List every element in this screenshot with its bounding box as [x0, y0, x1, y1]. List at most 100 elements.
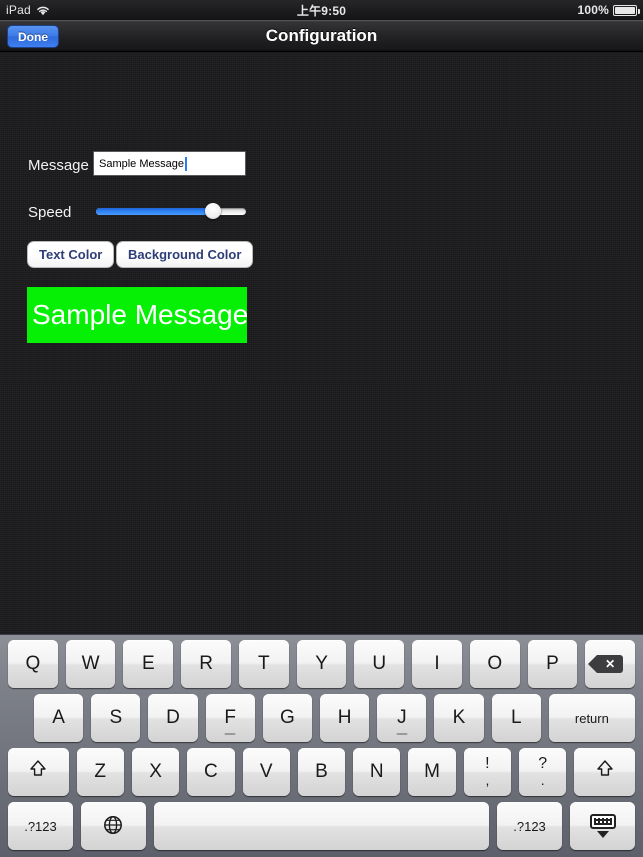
key-label: return — [574, 710, 609, 726]
key-label: T — [258, 653, 270, 674]
key-h[interactable]: H — [320, 694, 370, 742]
key-shift-left[interactable] — [8, 748, 69, 796]
key-r[interactable]: R — [181, 640, 231, 688]
battery-full-icon — [613, 4, 640, 16]
key-label: I — [434, 653, 440, 674]
key-label: B — [315, 761, 328, 782]
shift-icon — [595, 759, 615, 785]
key-label: C — [203, 761, 218, 782]
home-row-marker — [396, 733, 408, 735]
key-question-period[interactable]: ? . — [519, 748, 567, 796]
delete-icon: ✕ — [588, 655, 624, 673]
key-label: H — [337, 707, 352, 728]
key-label: D — [166, 707, 180, 728]
ipad-configuration-screen: iPad 上午9:50 100% Configuration Done Mess… — [0, 0, 643, 857]
key-exclam-comma[interactable]: ! , — [463, 748, 512, 796]
keyboard-row-3: Z X C V B N M ! , ? . — [0, 748, 643, 796]
key-label: F — [224, 707, 237, 728]
speed-label: Speed — [28, 204, 72, 221]
key-b[interactable]: B — [297, 748, 346, 796]
configuration-content: Message Sample Message Speed Text Color … — [0, 53, 643, 634]
key-label: P — [546, 653, 559, 674]
key-u[interactable]: U — [354, 640, 405, 688]
key-label-secondary: , — [485, 772, 490, 789]
key-space[interactable] — [153, 802, 490, 850]
keyboard-dismiss-icon — [589, 814, 616, 838]
key-label-primary: ? — [538, 755, 548, 773]
key-label: L — [510, 707, 522, 728]
key-label: R — [199, 653, 213, 674]
keyboard-row-4: .?123 .?123 — [0, 802, 643, 850]
key-label: M — [424, 761, 440, 782]
clock-time: 上午9:50 — [296, 3, 347, 18]
message-preview-text: Sample Message — [32, 299, 247, 330]
key-label: G — [280, 707, 295, 728]
key-k[interactable]: K — [434, 694, 484, 742]
message-input-value: Sample Message — [99, 157, 184, 170]
key-label: J — [397, 707, 407, 728]
key-label: X — [149, 761, 162, 782]
key-label: U — [372, 653, 387, 674]
slider-fill — [96, 208, 213, 215]
done-button[interactable]: Done — [7, 25, 59, 48]
key-n[interactable]: N — [353, 748, 401, 796]
page-title: Configuration — [265, 26, 378, 45]
key-f[interactable]: F — [205, 694, 255, 742]
key-j[interactable]: J — [377, 694, 427, 742]
key-label: S — [109, 707, 123, 728]
message-input[interactable]: Sample Message — [93, 151, 246, 176]
key-e[interactable]: E — [123, 640, 174, 688]
key-label: O — [487, 653, 503, 674]
key-label: Y — [315, 653, 328, 674]
globe-icon — [102, 814, 124, 839]
key-i[interactable]: I — [412, 640, 462, 688]
key-label: V — [259, 761, 273, 782]
navigation-bar: Configuration Done — [0, 20, 643, 52]
key-label: Q — [25, 653, 41, 674]
key-globe[interactable] — [80, 802, 146, 850]
key-t[interactable]: T — [238, 640, 289, 688]
key-return[interactable]: return — [548, 694, 635, 742]
slider-thumb[interactable] — [205, 203, 221, 219]
key-numeric-right[interactable]: .?123 — [497, 802, 563, 850]
key-v[interactable]: V — [242, 748, 290, 796]
key-shift-right[interactable] — [574, 748, 635, 796]
key-g[interactable]: G — [262, 694, 313, 742]
key-q[interactable]: Q — [8, 640, 58, 688]
key-y[interactable]: Y — [296, 640, 347, 688]
key-o[interactable]: O — [469, 640, 520, 688]
speed-slider[interactable] — [96, 203, 246, 219]
message-preview-banner: Sample Message — [27, 287, 247, 343]
key-label: .?123 — [513, 818, 546, 834]
home-row-marker — [224, 733, 236, 735]
key-p[interactable]: P — [527, 640, 578, 688]
key-dismiss-keyboard[interactable] — [570, 802, 635, 850]
key-w[interactable]: W — [65, 640, 116, 688]
key-backspace[interactable]: ✕ — [585, 640, 636, 688]
text-caret — [185, 156, 187, 171]
battery-percent-label: 100% — [577, 3, 609, 17]
key-l[interactable]: L — [491, 694, 541, 742]
key-label-secondary: . — [540, 772, 545, 789]
key-m[interactable]: M — [408, 748, 456, 796]
status-bar-clock: 上午9:50 — [0, 0, 643, 20]
key-label: Z — [94, 761, 107, 782]
key-dual-label: ! , — [485, 755, 490, 789]
key-c[interactable]: C — [187, 748, 235, 796]
key-x[interactable]: X — [131, 748, 180, 796]
message-label: Message — [28, 157, 89, 174]
key-z[interactable]: Z — [76, 748, 124, 796]
key-dual-label: ? . — [538, 755, 548, 789]
keyboard-row-1: Q W E R T Y U I O P ✕ — [0, 640, 643, 688]
key-label-primary: ! — [485, 755, 490, 773]
background-color-button[interactable]: Background Color — [116, 241, 254, 268]
key-numeric-left[interactable]: .?123 — [8, 802, 73, 850]
shift-icon — [28, 759, 48, 785]
key-s[interactable]: S — [91, 694, 141, 742]
key-d[interactable]: D — [148, 694, 198, 742]
key-label: N — [369, 761, 384, 782]
keyboard-row-2: A S D F G H J K L return — [0, 694, 643, 742]
key-a[interactable]: A — [34, 694, 84, 742]
key-label: A — [52, 707, 65, 728]
text-color-button[interactable]: Text Color — [27, 241, 115, 268]
